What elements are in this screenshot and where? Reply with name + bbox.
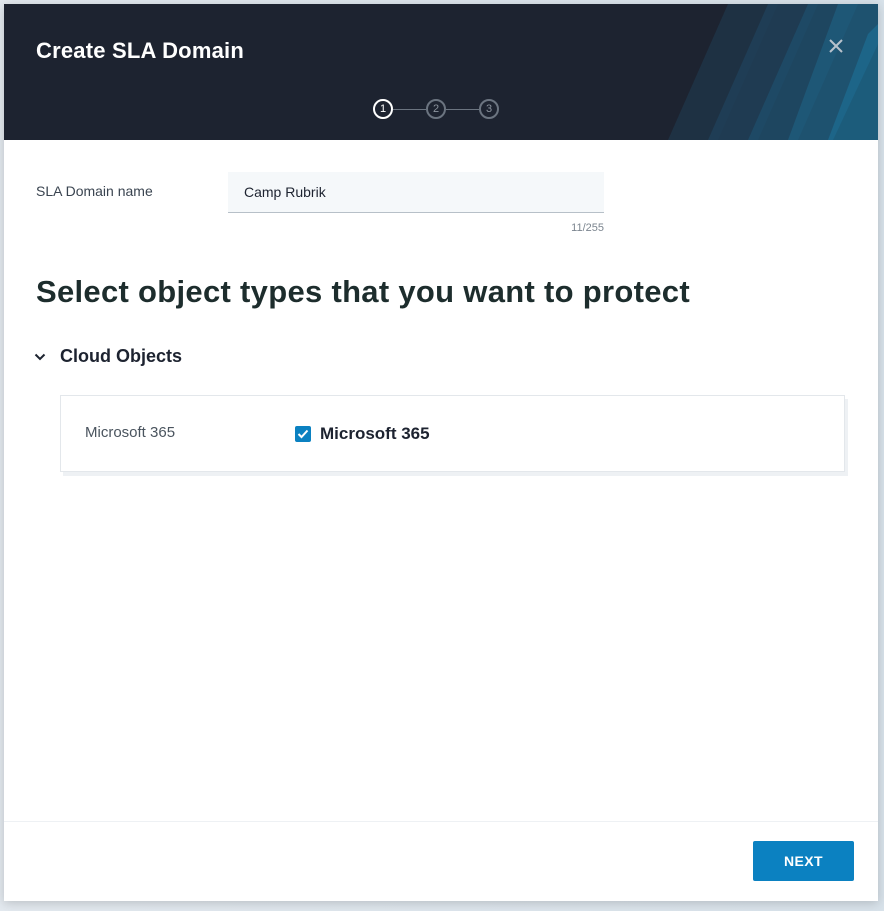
step-3: 3	[479, 99, 499, 119]
header-decoration	[668, 4, 878, 140]
chevron-down-icon	[32, 349, 48, 365]
object-type-label: Microsoft 365	[85, 424, 176, 441]
footer-divider	[4, 821, 878, 822]
close-button[interactable]	[824, 34, 848, 58]
sla-name-label: SLA Domain name	[36, 183, 153, 199]
dialog-title: Create SLA Domain	[36, 38, 244, 63]
step-connector	[393, 108, 426, 110]
microsoft-365-card: Microsoft 365 Microsoft 365	[60, 395, 845, 472]
step-1: 1	[373, 99, 393, 119]
create-sla-domain-dialog: Create SLA Domain 1 2 3 SLA Domain name …	[4, 4, 878, 901]
char-counter: 11/255	[571, 222, 604, 234]
close-icon	[829, 39, 843, 53]
next-button[interactable]: NEXT	[753, 841, 854, 881]
dialog-header: Create SLA Domain 1 2 3	[4, 4, 878, 140]
microsoft-365-checkbox-row[interactable]: Microsoft 365	[295, 424, 430, 444]
step-indicator: 1 2 3	[373, 97, 499, 121]
cloud-objects-toggle[interactable]: Cloud Objects	[32, 346, 182, 367]
sla-name-input[interactable]	[228, 172, 604, 213]
cloud-objects-label: Cloud Objects	[60, 346, 183, 366]
microsoft-365-option-label: Microsoft 365	[320, 424, 430, 443]
step-2: 2	[426, 99, 446, 119]
section-heading: Select object types that you want to pro…	[36, 274, 690, 309]
microsoft-365-checkbox[interactable]	[295, 426, 311, 442]
step-connector	[446, 108, 479, 110]
checkmark-icon	[297, 429, 309, 439]
